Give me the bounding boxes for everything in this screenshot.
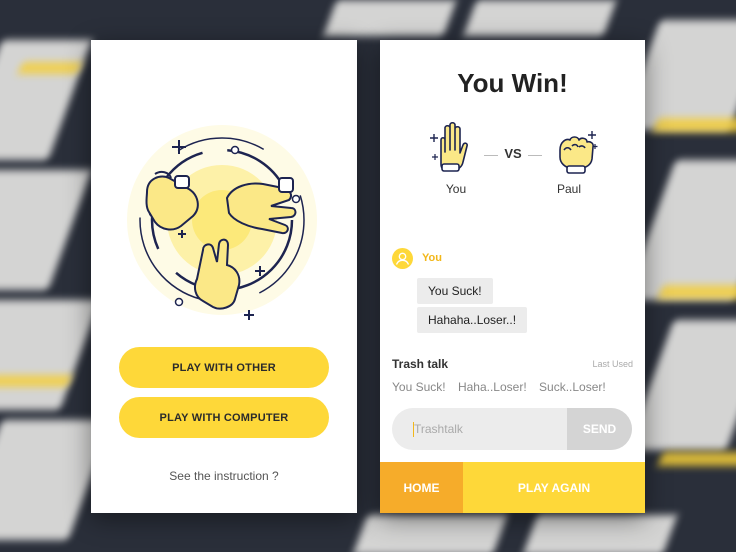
trash-talk-composer: SEND <box>392 408 632 450</box>
paper-hand-icon <box>430 121 468 172</box>
chat-message: Hahaha..Loser..! <box>417 307 528 333</box>
trash-talk-option[interactable]: Haha..Loser! <box>458 380 527 394</box>
player-name: You <box>445 182 467 196</box>
text-caret <box>413 422 414 437</box>
result-screen: You Win! You VS Paul You You Suck! Hahah… <box>380 40 645 513</box>
opponent-name: Paul <box>556 182 582 196</box>
trash-talk-option[interactable]: You Suck! <box>392 380 446 394</box>
trash-talk-options: You Suck! Haha..Loser! Suck..Loser! <box>392 380 615 394</box>
last-used-label: Last Used <box>592 359 633 369</box>
rock-hand-icon <box>559 131 598 174</box>
vs-separator: VS <box>484 144 542 164</box>
menu-screen: PLAY WITH OTHER PLAY WITH COMPUTER See t… <box>91 40 357 513</box>
trash-talk-input[interactable] <box>392 408 567 450</box>
trash-talk-option[interactable]: Suck..Loser! <box>539 380 606 394</box>
user-icon <box>395 252 410 265</box>
result-title: You Win! <box>457 68 568 98</box>
vs-label: VS <box>504 146 522 161</box>
play-again-button[interactable]: PLAY AGAIN <box>463 462 645 513</box>
home-button[interactable]: HOME <box>380 462 463 513</box>
send-button[interactable]: SEND <box>567 408 632 450</box>
play-with-computer-button[interactable]: PLAY WITH COMPUTER <box>119 397 329 438</box>
chat-sender-label: You <box>422 252 442 264</box>
chat-message: You Suck! <box>417 278 493 304</box>
trash-talk-title: Trash talk <box>392 357 449 371</box>
rock-paper-scissors-illustration <box>127 125 317 320</box>
avatar <box>392 248 413 269</box>
play-with-other-button[interactable]: PLAY WITH OTHER <box>119 347 329 388</box>
instruction-link[interactable]: See the instruction ? <box>91 469 357 483</box>
